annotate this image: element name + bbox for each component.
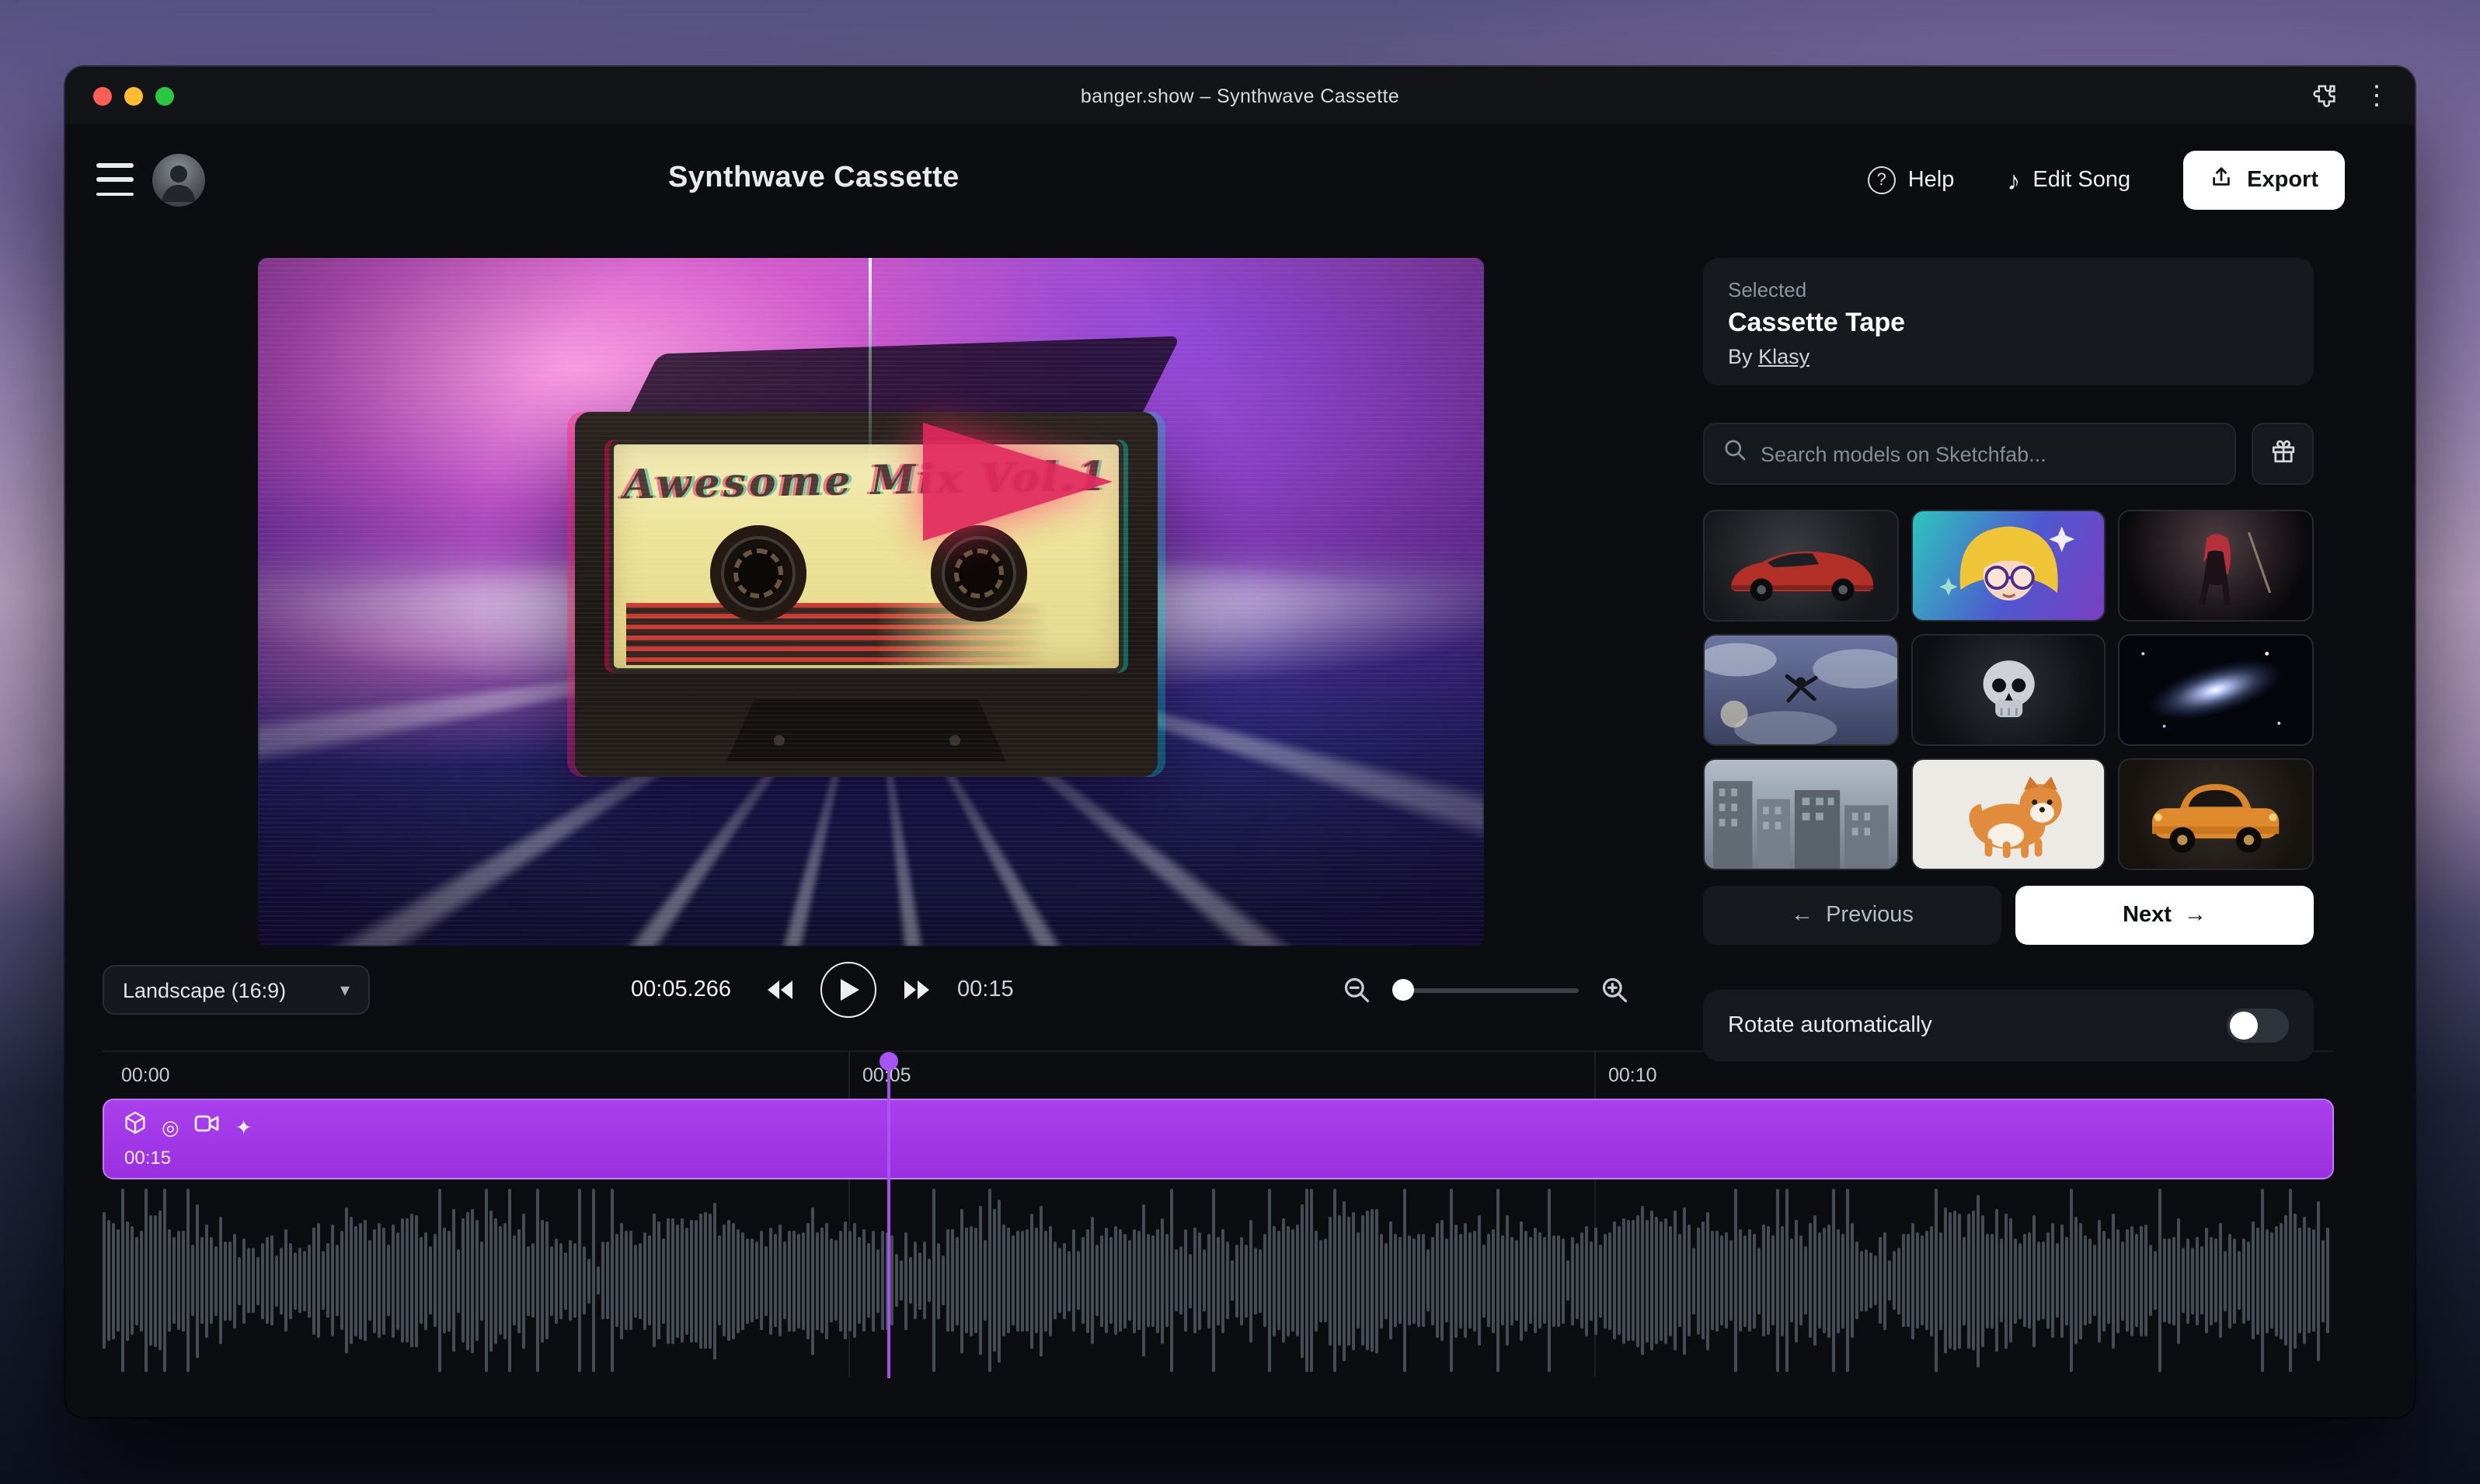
model-thumbnail[interactable] (2119, 758, 2314, 870)
edit-song-button[interactable]: ♪ Edit Song (2007, 167, 2130, 193)
disc-icon: ◎ (162, 1116, 179, 1137)
model-thumbnail[interactable] (1911, 510, 2106, 622)
playhead-line (886, 1061, 890, 1378)
zoom-controls (1343, 965, 1628, 1015)
video-preview-viewport[interactable]: Awesome Mix Vol.1 (258, 258, 1484, 946)
model-author: By Klasy (1728, 345, 2289, 368)
model-thumbnail[interactable] (2119, 634, 2314, 746)
red-arrow-graphic (923, 423, 1113, 541)
model-thumbnail[interactable] (1703, 510, 1898, 622)
zoom-window-button[interactable] (155, 86, 174, 105)
model-results-grid (1703, 510, 2314, 870)
search-box[interactable] (1703, 423, 2236, 485)
selected-label: Selected (1728, 278, 2289, 301)
timeline[interactable]: 00:00 00:05 00:10 ◎ ✦ (103, 1050, 2334, 1377)
gift-icon (2269, 438, 2296, 469)
author-link[interactable]: Klasy (1758, 345, 1809, 368)
surprise-model-button[interactable] (2252, 423, 2314, 485)
total-duration: 00:15 (957, 977, 1014, 1002)
model-thumbnail[interactable] (2119, 510, 2314, 622)
zoom-out-icon[interactable] (1343, 976, 1371, 1004)
next-page-button[interactable]: Next → (2015, 886, 2314, 945)
zoom-slider-knob[interactable] (1392, 979, 1414, 1001)
cube-icon (124, 1111, 146, 1142)
glitch-line (869, 258, 872, 463)
close-window-button[interactable] (93, 86, 112, 105)
label-stripes (626, 603, 1106, 665)
search-icon (1723, 438, 1747, 469)
selected-model-name: Cassette Tape (1728, 308, 2289, 339)
clip-duration-label: 00:15 (124, 1147, 171, 1169)
search-input[interactable] (1761, 442, 2216, 465)
traffic-lights (93, 86, 174, 105)
user-avatar[interactable] (152, 154, 205, 207)
share-icon (2210, 165, 2233, 196)
model-search-row (1703, 423, 2314, 485)
titlebar: banger.show – Synthwave Cassette ⋮ (65, 67, 2415, 124)
menu-icon[interactable] (96, 163, 134, 196)
model-thumbnail[interactable] (1911, 758, 2106, 870)
window-title: banger.show – Synthwave Cassette (65, 85, 2415, 106)
play-button[interactable] (820, 962, 876, 1018)
extensions-icon[interactable] (2312, 82, 2339, 109)
help-icon: ? (1868, 166, 1896, 194)
timeline-playhead[interactable] (878, 1052, 898, 1378)
selected-model-card: Selected Cassette Tape By Klasy (1703, 258, 2314, 385)
music-note-icon: ♪ (2007, 167, 2020, 193)
rotate-setting-card: Rotate automatically (1703, 990, 2314, 1061)
project-title: Synthwave Cassette (668, 162, 960, 196)
model-thumbnail[interactable] (1703, 758, 1898, 870)
ruler-label: 00:00 (121, 1064, 170, 1086)
rotate-toggle[interactable] (2227, 1008, 2289, 1043)
app-header: Synthwave Cassette ? Help ♪ Edit Song (65, 124, 2415, 236)
fast-forward-button[interactable] (903, 979, 931, 1001)
chevron-down-icon: ▾ (340, 979, 350, 1001)
scene-clip[interactable]: ◎ ✦ 00:15 (103, 1099, 2334, 1179)
aspect-ratio-dropdown[interactable]: Landscape (16:9) ▾ (103, 965, 370, 1015)
model-thumbnail[interactable] (1911, 634, 2106, 746)
tape-window (726, 699, 1006, 761)
export-button[interactable]: Export (2183, 151, 2345, 210)
zoom-slider[interactable] (1392, 979, 1579, 1001)
rewind-button[interactable] (766, 979, 794, 1001)
current-time: 00:05.266 (631, 977, 740, 1002)
previous-page-button[interactable]: ← Previous (1703, 886, 2001, 945)
clip-icons: ◎ ✦ (124, 1111, 253, 1142)
desktop: banger.show – Synthwave Cassette ⋮ Synth… (0, 0, 2480, 1484)
zoom-in-icon[interactable] (1601, 976, 1628, 1004)
left-reel (710, 525, 806, 622)
pagination-controls: ← Previous Next → (1703, 886, 2314, 945)
browser-menu-icon[interactable]: ⋮ (2363, 82, 2390, 109)
transport-controls: 00:05.266 00:15 (631, 962, 1014, 1018)
video-camera-icon (195, 1113, 220, 1141)
audio-waveform[interactable] (103, 1186, 2334, 1375)
ruler-label: 00:10 (1608, 1064, 1657, 1086)
sparkles-icon: ✦ (235, 1116, 253, 1137)
rotate-label: Rotate automatically (1728, 1013, 1932, 1038)
arrow-left-icon: ← (1791, 903, 1813, 928)
app-window: banger.show – Synthwave Cassette ⋮ Synth… (65, 67, 2415, 1417)
help-button[interactable]: ? Help (1868, 166, 1955, 194)
minimize-window-button[interactable] (124, 86, 143, 105)
model-thumbnail[interactable] (1703, 634, 1898, 746)
arrow-right-icon: → (2184, 903, 2207, 928)
